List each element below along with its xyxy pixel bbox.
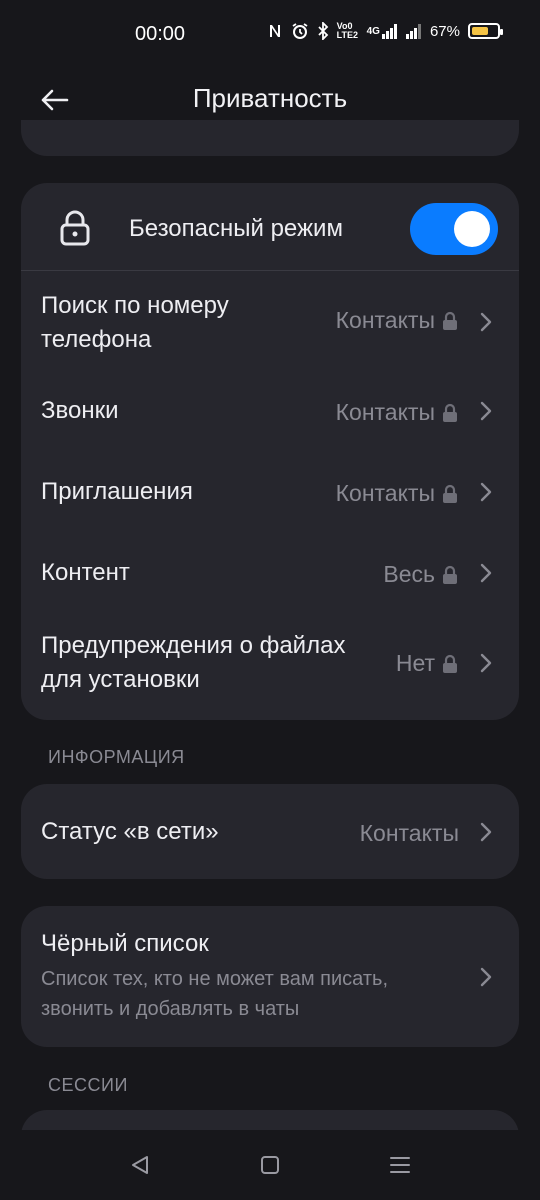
chevron-right-icon <box>480 967 492 987</box>
lock-icon <box>441 565 459 585</box>
nav-menu-button[interactable] <box>382 1150 418 1180</box>
alarm-icon <box>291 22 309 40</box>
section-title-sessions: СЕССИИ <box>48 1075 128 1095</box>
row-value: Контакты <box>359 820 459 846</box>
row-value: Контакты <box>336 399 459 426</box>
safe-mode-label: Безопасный режим <box>129 215 343 242</box>
nav-home-icon <box>261 1156 279 1174</box>
nav-home-button[interactable] <box>252 1150 288 1180</box>
chevron-right-icon <box>480 482 492 502</box>
privacy-row-content[interactable]: Контент Весь <box>21 545 519 601</box>
chevron-right-icon <box>480 312 492 332</box>
privacy-row-phone-search[interactable]: Поиск по номеру телефона Контакты <box>21 283 519 363</box>
blacklist-row[interactable]: Чёрный список Список тех, кто не может в… <box>21 906 519 1047</box>
row-value: Контакты <box>336 480 459 507</box>
row-label: Поиск по номеру телефона <box>41 292 229 353</box>
status-icons: Vo0 LTE2 4G 67% <box>267 21 503 40</box>
previous-card-peek <box>21 120 519 156</box>
volte-icon: Vo0 LTE2 <box>336 21 358 40</box>
battery-percent: 67% <box>429 22 460 40</box>
safe-mode-toggle[interactable] <box>410 203 498 255</box>
row-label: Звонки <box>41 397 119 424</box>
system-nav-bar <box>0 1130 540 1200</box>
signal-4g-icon: 4G <box>367 23 398 39</box>
blacklist-subtitle: Список тех, кто не может вам писать, зво… <box>41 968 389 1020</box>
status-time: 00:00 <box>135 23 186 45</box>
lock-icon <box>441 403 459 423</box>
signal-icon <box>405 23 422 39</box>
row-value: Нет <box>396 650 459 677</box>
lock-icon <box>441 484 459 504</box>
privacy-row-invites[interactable]: Приглашения Контакты <box>21 464 519 520</box>
battery-icon <box>468 23 503 39</box>
chevron-right-icon <box>480 401 492 421</box>
page-title: Приватность <box>192 83 348 113</box>
row-label: Статус «в сети» <box>41 818 219 845</box>
chevron-right-icon <box>480 563 492 583</box>
nav-back-button[interactable] <box>122 1150 158 1180</box>
chevron-right-icon <box>480 822 492 842</box>
toggle-knob <box>454 211 490 247</box>
nav-menu-icon <box>390 1157 410 1173</box>
privacy-settings-card: Безопасный режим Поиск по номеру телефон… <box>21 183 519 720</box>
row-value: Весь <box>383 561 459 588</box>
row-label: Предупреждения о файлах для установки <box>41 632 346 693</box>
chevron-right-icon <box>480 653 492 673</box>
lock-icon <box>441 654 459 674</box>
nfc-icon <box>267 23 283 39</box>
online-status-row[interactable]: Статус «в сети» Контакты <box>21 784 519 879</box>
lock-icon <box>59 210 91 251</box>
lock-icon <box>441 311 459 331</box>
safe-mode-row[interactable]: Безопасный режим <box>21 183 519 271</box>
row-value: Контакты <box>336 307 459 334</box>
bluetooth-icon <box>317 22 329 40</box>
blacklist-title: Чёрный список <box>41 930 209 957</box>
privacy-row-install-warnings[interactable]: Предупреждения о файлах для установки Не… <box>21 623 519 703</box>
row-label: Контент <box>41 559 130 586</box>
status-bar: 00:00 Vo0 LTE2 4G 67% <box>0 0 540 70</box>
section-title-info: ИНФОРМАЦИЯ <box>48 747 185 767</box>
privacy-row-calls[interactable]: Звонки Контакты <box>21 383 519 439</box>
row-label: Приглашения <box>41 478 193 505</box>
nav-back-icon <box>132 1156 148 1174</box>
